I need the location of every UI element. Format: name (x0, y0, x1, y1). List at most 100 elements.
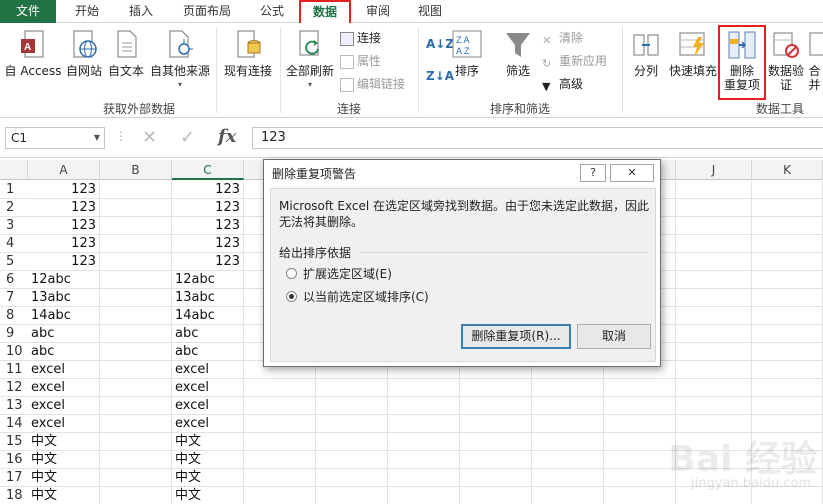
cell-empty[interactable] (244, 433, 316, 451)
tab-view[interactable]: 视图 (410, 0, 450, 23)
remove-duplicates-confirm-button[interactable]: 删除重复项(R)... (461, 324, 571, 349)
cell-c[interactable]: 中文 (172, 451, 244, 469)
cell-c[interactable]: excel (172, 397, 244, 415)
cell-empty[interactable] (316, 487, 388, 504)
cell-empty[interactable] (460, 451, 532, 469)
cell-b[interactable] (100, 433, 172, 451)
column-header-k[interactable]: K (752, 160, 823, 180)
cell-a[interactable]: excel (28, 379, 100, 397)
row-header[interactable]: 2 (0, 199, 28, 217)
cell-empty[interactable] (388, 379, 460, 397)
cell-a[interactable]: 123 (28, 217, 100, 235)
cell-c[interactable]: 123 (172, 199, 244, 217)
row-header[interactable]: 7 (0, 289, 28, 307)
cell-empty[interactable] (676, 397, 752, 415)
cell-empty[interactable] (604, 469, 676, 487)
cell-empty[interactable] (604, 451, 676, 469)
insert-function-icon[interactable]: fx (218, 126, 236, 147)
cell-empty[interactable] (676, 289, 752, 307)
cell-c[interactable]: 12abc (172, 271, 244, 289)
column-header-c[interactable]: C (172, 160, 244, 180)
from-other-sources-button[interactable]: 自其他来源 ▾ (148, 29, 212, 92)
row-header[interactable]: 12 (0, 379, 28, 397)
cell-empty[interactable] (388, 451, 460, 469)
cell-empty[interactable] (752, 397, 823, 415)
tab-review[interactable]: 审阅 (358, 0, 398, 23)
name-box[interactable]: C1 ▼ (5, 127, 105, 149)
cell-empty[interactable] (676, 361, 752, 379)
cell-empty[interactable] (316, 415, 388, 433)
cell-a[interactable]: 123 (28, 199, 100, 217)
cell-b[interactable] (100, 271, 172, 289)
cell-a[interactable]: 12abc (28, 271, 100, 289)
cell-b[interactable] (100, 199, 172, 217)
cell-c[interactable]: 14abc (172, 307, 244, 325)
cancel-button[interactable]: 取消 (577, 324, 651, 349)
row-header[interactable]: 10 (0, 343, 28, 361)
cell-c[interactable]: 中文 (172, 433, 244, 451)
cell-b[interactable] (100, 397, 172, 415)
consolidate-button[interactable]: 合并 (806, 29, 823, 92)
cell-a[interactable]: 123 (28, 253, 100, 271)
row-header[interactable]: 15 (0, 433, 28, 451)
row-header[interactable]: 5 (0, 253, 28, 271)
formula-input[interactable]: 123 (252, 127, 823, 149)
cell-empty[interactable] (676, 199, 752, 217)
cell-b[interactable] (100, 235, 172, 253)
cell-empty[interactable] (316, 397, 388, 415)
cell-b[interactable] (100, 469, 172, 487)
cell-empty[interactable] (676, 217, 752, 235)
row-header[interactable]: 11 (0, 361, 28, 379)
cell-empty[interactable] (532, 487, 604, 504)
cell-b[interactable] (100, 217, 172, 235)
select-all-corner[interactable] (0, 160, 28, 180)
cell-c[interactable]: abc (172, 325, 244, 343)
tab-home[interactable]: 开始 (68, 0, 106, 23)
filter-button[interactable]: 筛选 (500, 29, 536, 78)
cell-b[interactable] (100, 253, 172, 271)
cell-empty[interactable] (532, 415, 604, 433)
cell-empty[interactable] (604, 433, 676, 451)
row-header[interactable]: 17 (0, 469, 28, 487)
cell-empty[interactable] (244, 397, 316, 415)
from-access-button[interactable]: A 自 Access (4, 29, 62, 78)
from-text-button[interactable]: 自文本 (106, 29, 146, 78)
cell-c[interactable]: abc (172, 343, 244, 361)
cell-empty[interactable] (460, 379, 532, 397)
cell-b[interactable] (100, 451, 172, 469)
tab-file[interactable]: 文件 (0, 0, 56, 23)
cell-empty[interactable] (676, 235, 752, 253)
cell-empty[interactable] (244, 469, 316, 487)
cell-empty[interactable] (460, 487, 532, 504)
cell-empty[interactable] (676, 325, 752, 343)
cell-empty[interactable] (752, 307, 823, 325)
cancel-icon[interactable]: ✕ (142, 127, 157, 148)
column-header-b[interactable]: B (100, 160, 172, 180)
cell-a[interactable]: 123 (28, 181, 100, 199)
row-header[interactable]: 3 (0, 217, 28, 235)
row-header[interactable]: 18 (0, 487, 28, 504)
connections-button[interactable]: 连接 (340, 29, 381, 47)
tab-formulas[interactable]: 公式 (252, 0, 292, 23)
from-web-button[interactable]: 自网站 (64, 29, 104, 78)
edit-links-button[interactable]: 编辑链接 (340, 75, 405, 93)
cell-empty[interactable] (244, 415, 316, 433)
cell-empty[interactable] (532, 451, 604, 469)
cell-empty[interactable] (244, 379, 316, 397)
cell-b[interactable] (100, 181, 172, 199)
cell-empty[interactable] (460, 415, 532, 433)
cell-c[interactable]: 123 (172, 181, 244, 199)
cell-empty[interactable] (752, 217, 823, 235)
cell-empty[interactable] (752, 271, 823, 289)
remove-duplicates-button[interactable]: 删除 重复项 (722, 29, 762, 92)
cell-c[interactable]: 中文 (172, 469, 244, 487)
row-header[interactable]: 1 (0, 181, 28, 199)
cell-empty[interactable] (752, 199, 823, 217)
cell-a[interactable]: 中文 (28, 433, 100, 451)
cell-c[interactable]: excel (172, 361, 244, 379)
cell-empty[interactable] (676, 343, 752, 361)
radio-current[interactable] (286, 291, 297, 302)
cell-a[interactable]: 中文 (28, 451, 100, 469)
cell-empty[interactable] (752, 343, 823, 361)
clear-button[interactable]: ✕ 清除 (542, 29, 583, 47)
